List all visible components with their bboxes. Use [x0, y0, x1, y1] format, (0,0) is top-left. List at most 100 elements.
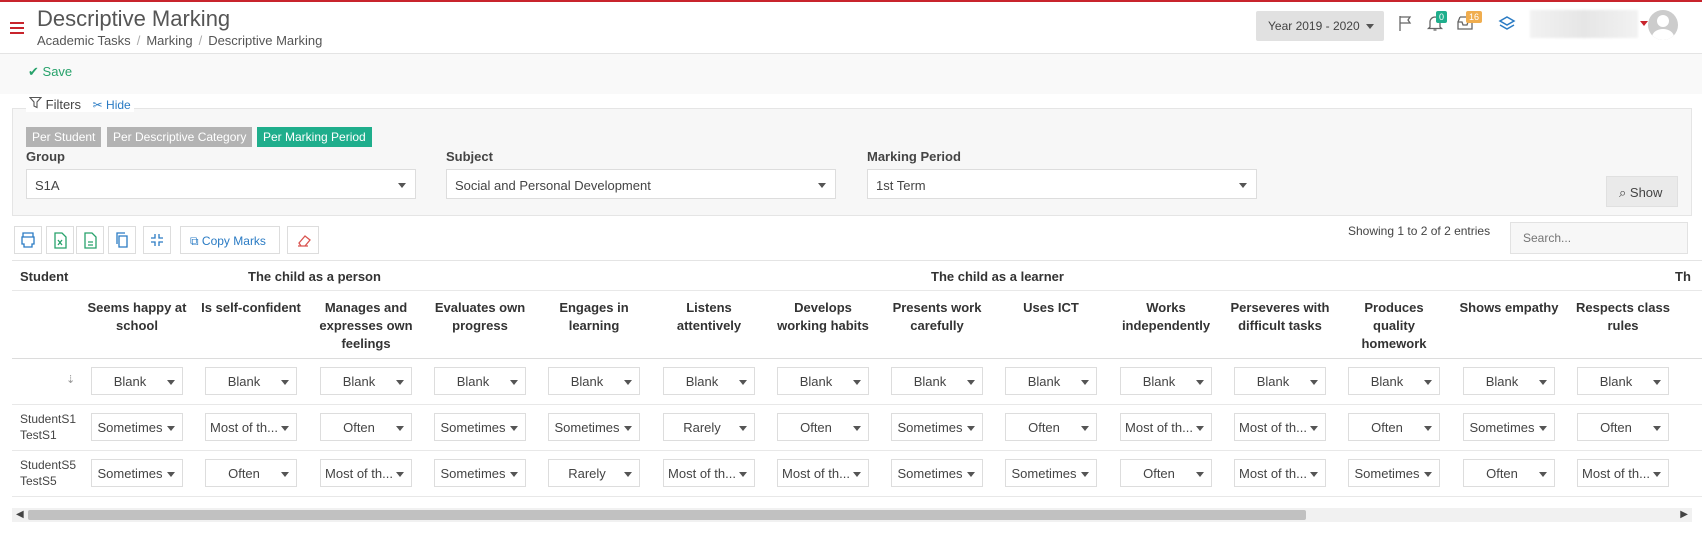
flag-icon[interactable]: [1397, 14, 1415, 32]
subject-select[interactable]: Social and Personal Development: [446, 169, 836, 199]
mark-select[interactable]: Blank: [663, 367, 755, 395]
table-search-input[interactable]: [1510, 222, 1688, 254]
chevron-down-icon: [1196, 380, 1204, 385]
mark-select[interactable]: Blank: [548, 367, 640, 395]
user-name-blurred[interactable]: [1530, 10, 1638, 38]
chevron-down-icon: [281, 380, 289, 385]
mark-select-value: Most of th...: [1582, 466, 1650, 481]
mark-select[interactable]: Blank: [1005, 367, 1097, 395]
mark-select[interactable]: Sometimes: [891, 413, 983, 441]
copy-marks-button[interactable]: ⧉ Copy Marks: [180, 226, 280, 254]
mark-select[interactable]: Most of th...: [1234, 413, 1326, 441]
mark-select[interactable]: Sometimes: [91, 459, 183, 487]
mark-select[interactable]: Most of th...: [1234, 459, 1326, 487]
mode-per-descriptive-category[interactable]: Per Descriptive Category: [107, 127, 253, 147]
user-menu-caret-icon[interactable]: [1640, 21, 1648, 26]
mark-select[interactable]: Blank: [1120, 367, 1212, 395]
mark-select[interactable]: Blank: [205, 367, 297, 395]
column-header: Seems happy at school: [87, 300, 187, 333]
entries-info: Showing 1 to 2 of 2 entries: [1348, 224, 1491, 238]
mark-select[interactable]: Most of th...: [777, 459, 869, 487]
mark-select[interactable]: Blank: [777, 367, 869, 395]
mark-select[interactable]: Sometimes: [1463, 413, 1555, 441]
marking-period-select[interactable]: 1st Term: [867, 169, 1257, 199]
save-button[interactable]: ✔ Save: [28, 64, 72, 80]
messages-badge: 16: [1466, 11, 1483, 23]
scrollbar-thumb[interactable]: [28, 510, 1306, 520]
clear-marks-button[interactable]: [287, 226, 319, 254]
mark-select[interactable]: Often: [777, 413, 869, 441]
mark-select[interactable]: Most of th...: [1577, 459, 1669, 487]
breadcrumb-item-marking[interactable]: Marking: [146, 33, 192, 48]
scroll-left-icon[interactable]: ◀: [16, 509, 24, 520]
copy-table-button[interactable]: [108, 226, 136, 254]
chevron-down-icon: [1239, 183, 1247, 188]
year-selector[interactable]: Year 2019 - 2020: [1256, 11, 1384, 41]
mark-select[interactable]: Often: [1348, 413, 1440, 441]
sort-icon[interactable]: ⇣: [66, 373, 75, 386]
chevron-down-icon: [1196, 472, 1204, 477]
collapse-button[interactable]: [143, 226, 171, 254]
mark-select[interactable]: Blank: [891, 367, 983, 395]
mark-select-value: Blank: [342, 374, 376, 389]
mark-select[interactable]: Sometimes: [91, 413, 183, 441]
mark-select[interactable]: Blank: [1234, 367, 1326, 395]
mark-select[interactable]: Sometimes: [1005, 459, 1097, 487]
mark-select-value: Blank: [227, 374, 261, 389]
mark-select[interactable]: Sometimes: [434, 413, 526, 441]
mark-select[interactable]: Sometimes: [891, 459, 983, 487]
student-name: StudentS1 TestS1: [20, 411, 76, 443]
mark-select[interactable]: Sometimes: [1348, 459, 1440, 487]
mark-select[interactable]: Rarely: [548, 459, 640, 487]
mark-select-value: Sometimes: [1469, 420, 1535, 435]
breadcrumb-item-academic-tasks[interactable]: Academic Tasks: [37, 33, 131, 48]
mark-select[interactable]: Blank: [434, 367, 526, 395]
mark-select[interactable]: Often: [205, 459, 297, 487]
mark-select[interactable]: Most of th...: [320, 459, 412, 487]
group-select[interactable]: S1A: [26, 169, 416, 199]
chevron-down-icon: [396, 472, 404, 477]
mark-select[interactable]: Sometimes: [434, 459, 526, 487]
mark-select[interactable]: Often: [1577, 413, 1669, 441]
group-header: The child as a learner: [931, 269, 1064, 284]
mode-per-student[interactable]: Per Student: [26, 127, 102, 147]
mark-select-value: Often: [800, 420, 832, 435]
mark-select[interactable]: Sometimes: [548, 413, 640, 441]
chevron-down-icon: [1310, 380, 1318, 385]
mark-select[interactable]: Blank: [91, 367, 183, 395]
mark-select[interactable]: Blank: [320, 367, 412, 395]
mark-select[interactable]: Blank: [1348, 367, 1440, 395]
export-excel-button[interactable]: [46, 226, 74, 254]
chevron-down-icon: [167, 426, 175, 431]
hide-filters-link[interactable]: ✂ Hide: [93, 98, 131, 112]
mark-select[interactable]: Often: [1463, 459, 1555, 487]
mark-select[interactable]: Blank: [1463, 367, 1555, 395]
mark-select[interactable]: Often: [1005, 413, 1097, 441]
layers-icon[interactable]: [1497, 14, 1517, 32]
mark-select[interactable]: Most of th...: [663, 459, 755, 487]
avatar[interactable]: [1648, 10, 1678, 40]
chevron-down-icon: [1310, 472, 1318, 477]
hamburger-menu-icon[interactable]: [10, 22, 24, 34]
scroll-right-icon[interactable]: ▶: [1680, 509, 1688, 520]
breadcrumb: Academic Tasks / Marking / Descriptive Marki…: [37, 33, 322, 48]
student-last-name: TestS5: [20, 474, 57, 488]
mode-per-marking-period[interactable]: Per Marking Period: [257, 127, 372, 147]
mark-select-value: Often: [343, 420, 375, 435]
mark-select-value: Sometimes: [440, 466, 506, 481]
mark-select[interactable]: Often: [1120, 459, 1212, 487]
show-button[interactable]: ⌕ Show: [1606, 176, 1678, 207]
chevron-down-icon: [853, 380, 861, 385]
chevron-down-icon: [624, 426, 632, 431]
mark-select[interactable]: Most of th...: [1120, 413, 1212, 441]
horizontal-scrollbar[interactable]: ◀ ▶: [12, 508, 1692, 522]
mark-select[interactable]: Most of th...: [205, 413, 297, 441]
print-button[interactable]: [14, 226, 42, 254]
mark-select-value: Blank: [1599, 374, 1633, 389]
mark-select[interactable]: Blank: [1577, 367, 1669, 395]
mark-select[interactable]: Rarely: [663, 413, 755, 441]
export-csv-button[interactable]: [76, 226, 104, 254]
mark-select[interactable]: Often: [320, 413, 412, 441]
eraser-icon: [298, 235, 311, 247]
hide-label: Hide: [106, 98, 131, 112]
